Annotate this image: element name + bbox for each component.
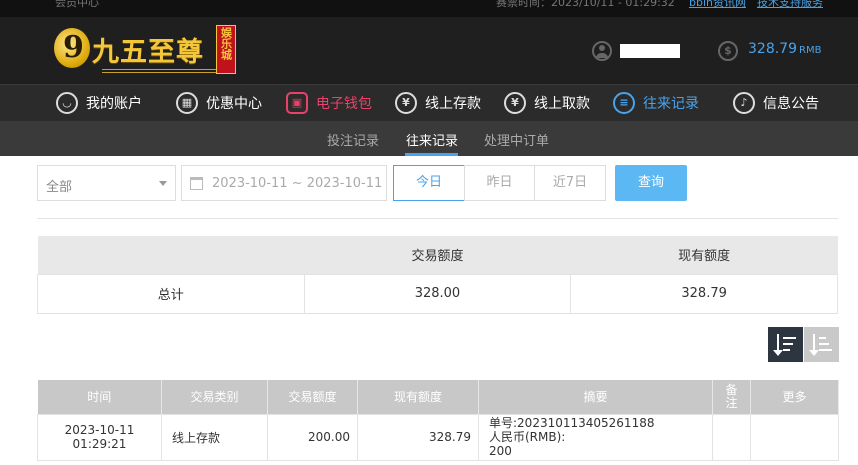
sort-desc-icon — [773, 334, 783, 356]
col-header-time: 时间 — [37, 380, 162, 414]
col-header-type: 交易类别 — [161, 380, 268, 414]
divider — [37, 218, 838, 219]
top-link-info[interactable]: bbin资讯网 — [689, 0, 746, 10]
col-header-more: 更多 — [750, 380, 839, 414]
date-range-input[interactable]: 2023-10-11 ~ 2023-10-11 — [181, 165, 387, 201]
nav-promotions[interactable]: ▦ 优惠中心 — [176, 90, 262, 116]
nav-my-account[interactable]: ◡ 我的账户 — [56, 90, 142, 116]
cell-balance: 328.79 — [357, 413, 479, 461]
nav-withdraw[interactable]: ¥ 线上取款 — [504, 90, 590, 116]
summary-trade-total: 328.00 — [303, 273, 572, 314]
cell-more[interactable] — [750, 413, 839, 461]
cell-time: 2023-10-11 01:29:21 — [37, 413, 162, 461]
sort-asc-button[interactable] — [804, 327, 839, 362]
summary-value: 200 — [489, 444, 512, 458]
type-select[interactable]: 全部 — [37, 165, 176, 201]
type-select-value: 全部 — [46, 180, 73, 195]
last-7-days-button[interactable]: 近7日 — [534, 165, 606, 201]
balance-value: 328.79 RMB — [748, 41, 822, 57]
cell-type: 线上存款 — [161, 413, 268, 461]
summary-header-balance: 现有额度 — [570, 236, 838, 274]
login-time: 赛票时间：2023/10/11 - 01:29:32 — [496, 0, 675, 9]
summary-header-blank — [37, 236, 305, 274]
sort-desc-button[interactable] — [768, 327, 803, 362]
member-center-label: 会员中心 — [55, 0, 99, 9]
nav-e-wallet[interactable]: ▣ 电子钱包 — [286, 90, 372, 116]
nav-transaction-records[interactable]: ≡ 往来记录 — [613, 90, 699, 116]
cell-amount: 200.00 — [267, 413, 358, 461]
record-icon: ≡ — [613, 92, 635, 114]
records-table: 时间 交易类别 交易额度 现有额度 摘要 备注 更多 2023-10-11 01… — [37, 380, 839, 461]
col-header-summary: 摘要 — [478, 380, 713, 414]
chevron-down-icon — [159, 181, 167, 186]
sub-nav: 投注记录 往来记录 处理中订单 — [0, 121, 858, 156]
logo-seal: 娱乐城 — [216, 25, 236, 74]
active-tab-indicator — [405, 153, 458, 156]
gift-icon: ▦ — [176, 92, 198, 114]
site-header: 9 九五至尊 娱乐城 $ 328.79 RMB — [0, 17, 858, 84]
summary-currency: 人民币(RMB): — [489, 430, 566, 444]
summary-order-no: 单号:202310113405261188 — [489, 416, 655, 430]
summary-table: 交易额度 现有额度 总计 328.00 328.79 — [37, 236, 838, 314]
query-button[interactable]: 查询 — [615, 165, 687, 201]
bell-icon: ♪ — [733, 92, 755, 114]
summary-row-label: 总计 — [37, 273, 305, 314]
nav-announcements[interactable]: ♪ 信息公告 — [733, 90, 819, 116]
site-logo[interactable]: 9 九五至尊 娱乐城 — [54, 25, 244, 75]
logo-ornament — [102, 69, 222, 73]
top-link-support[interactable]: 技术支持服务 — [757, 0, 823, 10]
nav-deposit[interactable]: ¥ 线上存款 — [395, 90, 481, 116]
calendar-icon — [190, 177, 203, 190]
wallet-icon: ▣ — [286, 92, 308, 114]
date-range-value: 2023-10-11 ~ 2023-10-11 — [212, 176, 383, 191]
balance-unit: RMB — [799, 45, 822, 56]
coin-icon: $ — [718, 41, 738, 61]
main-nav: ◡ 我的账户 ▦ 优惠中心 ▣ 电子钱包 ¥ 线上存款 ¥ 线上取款 ≡ 往来记录 ♪ 信息公… — [0, 84, 858, 121]
deposit-icon: ¥ — [395, 92, 417, 114]
tab-bet-records[interactable]: 投注记录 — [327, 130, 379, 149]
col-header-balance: 现有额度 — [357, 380, 479, 414]
withdraw-icon: ¥ — [504, 92, 526, 114]
tab-transaction-records[interactable]: 往来记录 — [406, 130, 458, 149]
logo-emblem: 9 — [54, 28, 90, 68]
top-strip: 会员中心 赛票时间：2023/10/11 - 01:29:32 bbin资讯网 … — [0, 0, 858, 17]
table-row: 2023-10-11 01:29:21 线上存款 200.00 328.79 单… — [37, 413, 839, 461]
sort-asc-icon — [809, 334, 819, 356]
summary-header-trade: 交易额度 — [304, 236, 571, 274]
user-avatar-icon — [592, 41, 612, 61]
summary-balance-total: 328.79 — [570, 273, 838, 314]
cell-summary: 单号:202310113405261188 人民币(RMB): 200 — [478, 413, 713, 461]
logo-name: 九五至尊 — [92, 37, 204, 68]
tab-pending-orders[interactable]: 处理中订单 — [484, 130, 549, 149]
col-header-amount: 交易额度 — [267, 380, 358, 414]
user-icon: ◡ — [56, 92, 78, 114]
user-info[interactable] — [592, 40, 682, 62]
today-button[interactable]: 今日 — [393, 165, 465, 201]
col-header-remark: 备注 — [712, 380, 751, 414]
username-redacted — [620, 44, 680, 58]
yesterday-button[interactable]: 昨日 — [464, 165, 535, 201]
cell-remark — [712, 413, 751, 461]
